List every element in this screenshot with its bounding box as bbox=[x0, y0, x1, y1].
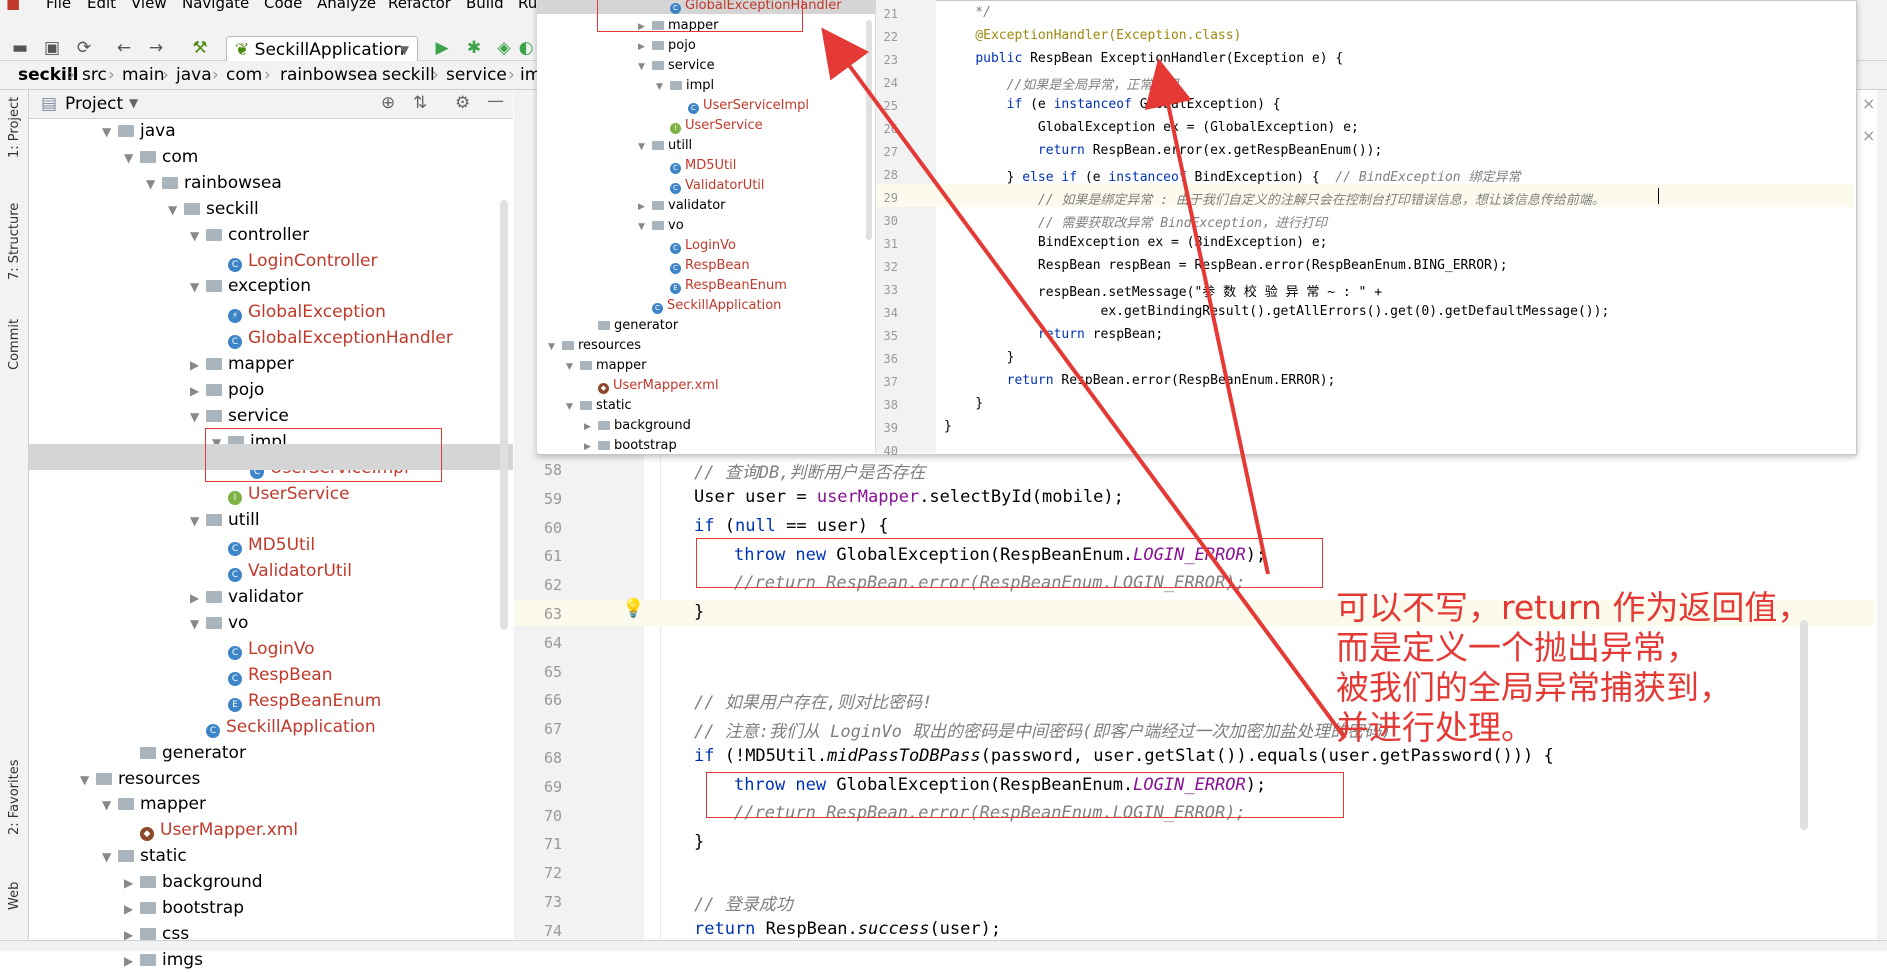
arrow-to-handler bbox=[821, 27, 1347, 740]
annotation-line: 被我们的全局异常捕获到， bbox=[1336, 668, 1732, 707]
annotation-line: 并进行处理。 bbox=[1336, 708, 1534, 747]
status-bar bbox=[0, 940, 1887, 951]
arrow-to-exception-method bbox=[1144, 58, 1270, 575]
tree-item-label: imgs bbox=[162, 949, 203, 970]
annotation-line: 而是定义一个抛出异常， bbox=[1336, 628, 1699, 667]
annotation-arrows bbox=[821, 27, 1347, 740]
folder-icon bbox=[140, 953, 156, 966]
annotation-line: 可以不写，return 作为返回值， bbox=[1336, 588, 1811, 627]
annotation-text: 可以不写，return 作为返回值， 而是定义一个抛出异常， 被我们的全局异常捕… bbox=[1336, 588, 1810, 748]
collapse-arrow-icon[interactable]: ▶ bbox=[124, 950, 140, 972]
tree-item[interactable]: ▶ imgs bbox=[124, 949, 203, 972]
